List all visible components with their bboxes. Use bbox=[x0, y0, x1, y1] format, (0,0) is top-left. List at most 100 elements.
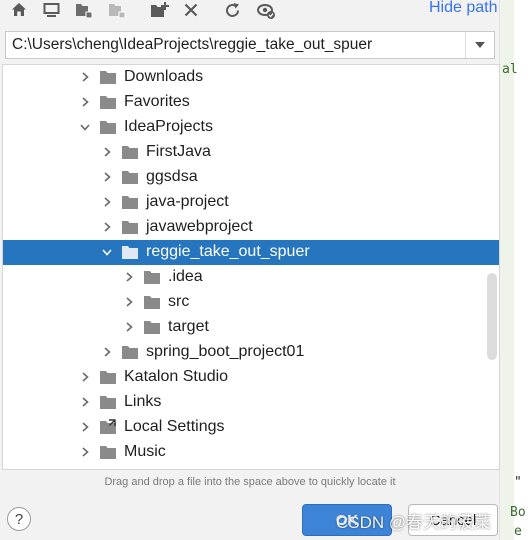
file-chooser-toolbar: Hide path bbox=[0, 0, 500, 22]
editor-gutter bbox=[500, 0, 514, 540]
background-editor: al " Bo e bbox=[499, 0, 532, 540]
show-hidden-files-button[interactable] bbox=[256, 0, 276, 20]
tree-row-label: FirstJava bbox=[146, 143, 211, 160]
file-tree[interactable]: Downloads Favorites IdeaProjects FirstJava g… bbox=[2, 64, 500, 470]
folder-icon bbox=[100, 96, 116, 109]
chevron-right-icon[interactable] bbox=[79, 421, 91, 433]
tree-row-label: Links bbox=[124, 393, 162, 410]
folder-icon bbox=[122, 171, 138, 184]
cancel-button[interactable]: Cancel bbox=[408, 504, 498, 536]
tree-row-label: Favorites bbox=[124, 93, 190, 110]
tree-row[interactable]: reggie_take_out_spuer bbox=[3, 240, 499, 265]
tree-row[interactable]: FirstJava bbox=[3, 140, 499, 165]
chevron-right-icon[interactable] bbox=[123, 296, 135, 308]
folder-icon bbox=[100, 71, 116, 84]
chevron-right-icon[interactable] bbox=[79, 371, 91, 383]
refresh-icon bbox=[225, 2, 239, 17]
tree-row-label: java-project bbox=[146, 193, 229, 210]
delete-button[interactable] bbox=[181, 0, 201, 20]
drag-drop-hint: Drag and drop a file into the space abov… bbox=[104, 476, 396, 488]
folder-icon bbox=[122, 246, 138, 259]
chevron-right-icon[interactable] bbox=[79, 396, 91, 408]
folder-icon bbox=[122, 146, 138, 159]
chevron-right-icon[interactable] bbox=[123, 321, 135, 333]
editor-text-fragment: " bbox=[514, 475, 522, 490]
editor-text-fragment: e bbox=[514, 524, 522, 539]
chevron-right-icon[interactable] bbox=[79, 96, 91, 108]
chevron-down-icon bbox=[475, 42, 485, 48]
folder-icon bbox=[100, 396, 116, 409]
delete-icon bbox=[184, 3, 198, 17]
tree-row-label: ggsdsa bbox=[146, 168, 198, 185]
tree-scrollbar-thumb[interactable] bbox=[487, 273, 497, 360]
hide-path-link[interactable]: Hide path bbox=[429, 0, 498, 17]
tree-row-label: src bbox=[168, 293, 190, 310]
path-combo-box bbox=[5, 31, 495, 59]
tree-row[interactable]: Local Settings bbox=[3, 415, 499, 440]
tree-row[interactable]: spring_boot_project01 bbox=[3, 340, 499, 365]
tree-row[interactable]: Music bbox=[3, 440, 499, 465]
desktop-icon bbox=[43, 3, 59, 17]
ok-button[interactable]: OK bbox=[302, 504, 392, 536]
tree-row[interactable]: Downloads bbox=[3, 65, 499, 90]
tree-row-label: .idea bbox=[168, 268, 203, 285]
project-folder-icon bbox=[76, 3, 93, 18]
folder-icon bbox=[122, 346, 138, 359]
chevron-right-icon[interactable] bbox=[101, 346, 113, 358]
tree-row-label: IdeaProjects bbox=[124, 118, 213, 135]
help-button[interactable]: ? bbox=[7, 507, 31, 531]
folder-icon bbox=[100, 446, 116, 459]
tree-row[interactable]: .idea bbox=[3, 265, 499, 290]
tree-row[interactable]: Katalon Studio bbox=[3, 365, 499, 390]
refresh-button[interactable] bbox=[222, 0, 242, 20]
tree-row-label: Music bbox=[124, 443, 166, 460]
tree-row-label: Downloads bbox=[124, 68, 204, 85]
folder-icon bbox=[122, 221, 138, 234]
tree-row-label: Katalon Studio bbox=[124, 368, 229, 385]
chevron-right-icon[interactable] bbox=[101, 221, 113, 233]
path-input[interactable] bbox=[6, 32, 461, 58]
chevron-right-icon[interactable] bbox=[101, 196, 113, 208]
chevron-right-icon[interactable] bbox=[101, 171, 113, 183]
tree-row[interactable]: ggsdsa bbox=[3, 165, 499, 190]
chevron-right-icon[interactable] bbox=[101, 146, 113, 158]
folder-icon bbox=[122, 196, 138, 209]
folder-icon bbox=[144, 321, 160, 334]
tree-row-label: spring_boot_project01 bbox=[146, 343, 305, 360]
tree-row-label: reggie_take_out_spuer bbox=[146, 243, 310, 260]
folder-icon bbox=[100, 371, 116, 384]
tree-row[interactable]: IdeaProjects bbox=[3, 115, 499, 140]
module-directory-button[interactable] bbox=[107, 0, 127, 20]
path-history-dropdown[interactable] bbox=[465, 32, 494, 58]
chevron-down-icon[interactable] bbox=[101, 246, 113, 258]
folder-icon bbox=[144, 296, 160, 309]
home-button[interactable] bbox=[9, 0, 29, 20]
project-directory-button[interactable] bbox=[74, 0, 94, 20]
editor-text-fragment: al bbox=[502, 62, 518, 77]
tree-row-label: Local Settings bbox=[124, 418, 225, 435]
desktop-button[interactable] bbox=[41, 0, 61, 20]
chevron-right-icon[interactable] bbox=[79, 71, 91, 83]
new-folder-icon bbox=[150, 1, 169, 17]
folder-shortcut-icon bbox=[99, 469, 117, 470]
chevron-right-icon[interactable] bbox=[79, 446, 91, 458]
show-hidden-icon bbox=[256, 3, 275, 19]
home-icon bbox=[12, 3, 26, 16]
folder-shortcut-icon bbox=[100, 419, 116, 434]
chevron-down-icon[interactable] bbox=[79, 121, 91, 133]
chevron-right-icon[interactable] bbox=[123, 271, 135, 283]
tree-row[interactable]: javawebproject bbox=[3, 215, 499, 240]
new-folder-button[interactable] bbox=[149, 0, 169, 20]
tree-row[interactable]: target bbox=[3, 315, 499, 340]
tree-row-label: target bbox=[168, 318, 209, 335]
module-folder-icon bbox=[109, 3, 126, 18]
folder-icon bbox=[100, 121, 116, 134]
tree-row[interactable]: java-project bbox=[3, 190, 499, 215]
folder-icon bbox=[144, 271, 160, 284]
tree-row[interactable]: My D... bbox=[3, 465, 499, 470]
tree-row-label: javawebproject bbox=[146, 218, 253, 235]
editor-text-fragment: Bo bbox=[510, 505, 526, 520]
tree-row[interactable]: Favorites bbox=[3, 90, 499, 115]
tree-row[interactable]: Links bbox=[3, 390, 499, 415]
tree-row[interactable]: src bbox=[3, 290, 499, 315]
